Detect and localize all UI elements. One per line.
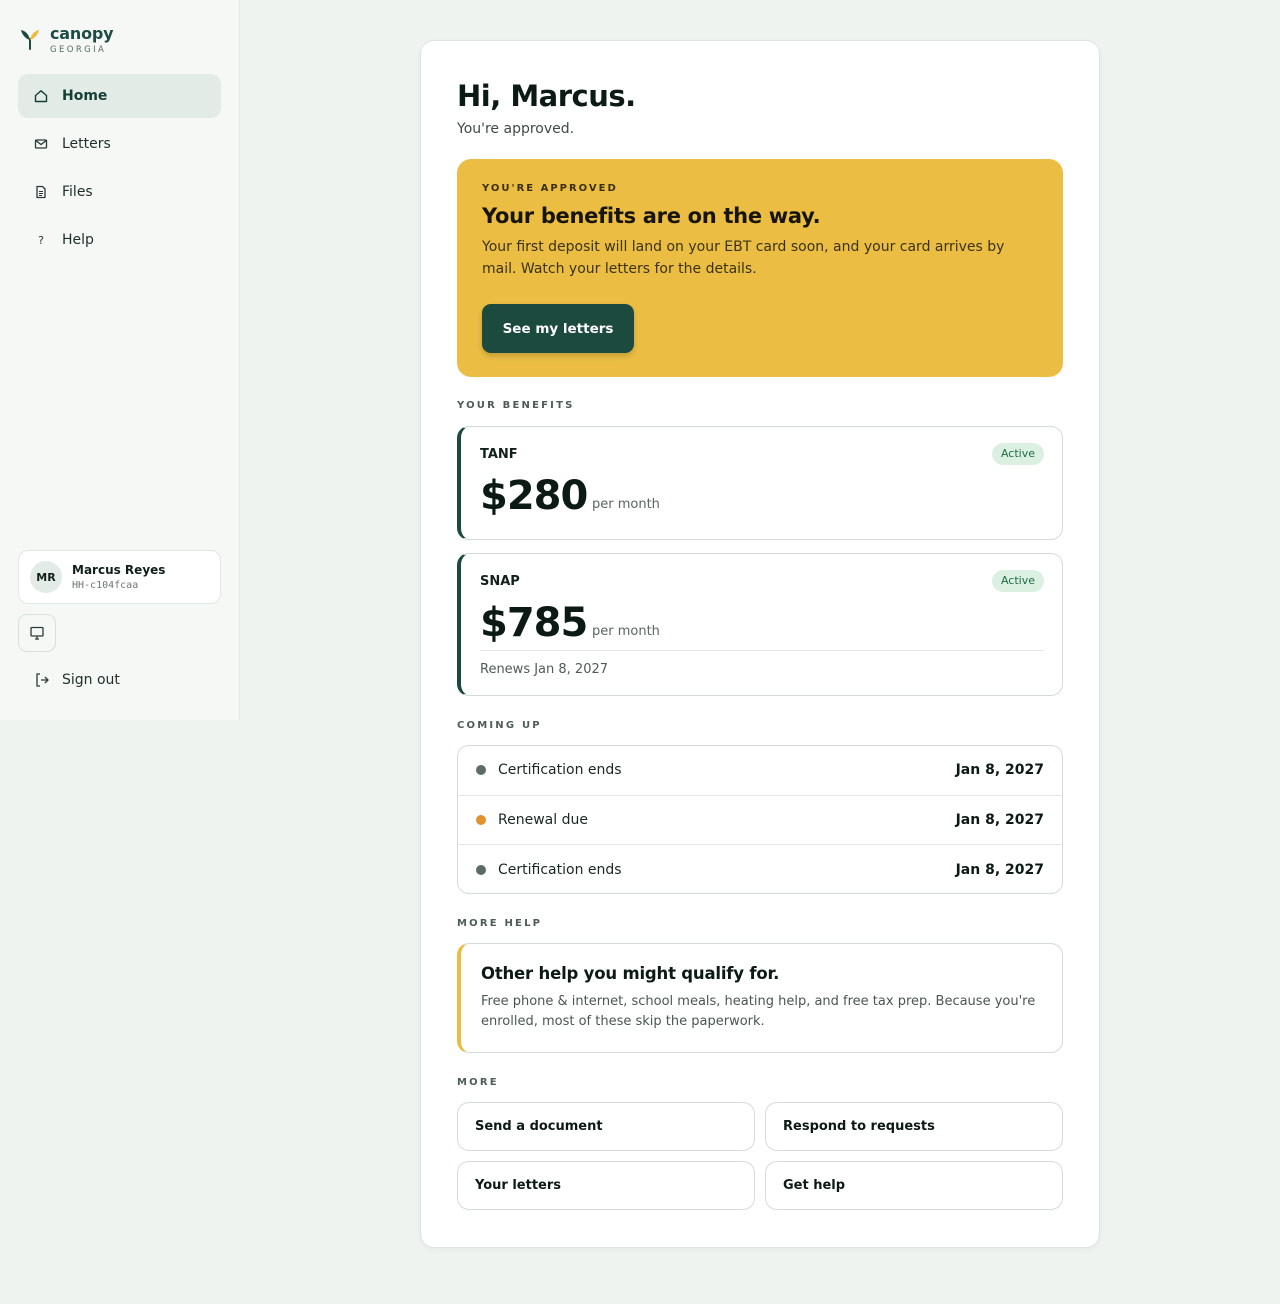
event-date: Jan 8, 2027 bbox=[955, 861, 1044, 878]
status-badge: Active bbox=[991, 570, 1044, 592]
status-dot bbox=[476, 765, 486, 776]
benefit-name: SNAP bbox=[480, 574, 520, 589]
list-item[interactable]: Certification ends Jan 8, 2027 bbox=[458, 845, 1062, 893]
benefit-card-snap[interactable]: SNAP Active $785 per month Renews Jan 8,… bbox=[457, 553, 1063, 696]
section-label-more: MORE bbox=[457, 1077, 499, 1088]
sidebar-item-letters[interactable]: Letters bbox=[18, 122, 221, 166]
household-id: HH-c104fcaa bbox=[72, 580, 139, 591]
status-badge: Active bbox=[991, 443, 1044, 465]
banner-text: Your first deposit will land on your EBT… bbox=[482, 239, 1005, 277]
banner-eyebrow: YOU'RE APPROVED bbox=[482, 183, 618, 194]
status-dot bbox=[476, 814, 486, 825]
banner-title: Your benefits are on the way. bbox=[482, 204, 821, 228]
get-help-button[interactable]: Get help bbox=[765, 1161, 1063, 1210]
sidebar-item-label: Home bbox=[62, 88, 108, 104]
more-help-text: Free phone & internet, school meals, hea… bbox=[481, 994, 1036, 1029]
user-card[interactable]: MR Marcus Reyes HH-c104fcaa bbox=[18, 550, 221, 604]
sign-out-label: Sign out bbox=[62, 672, 120, 688]
sidebar-item-label: Help bbox=[62, 232, 94, 248]
page-title: Hi, Marcus. bbox=[457, 79, 636, 113]
event-date: Jan 8, 2027 bbox=[955, 762, 1044, 779]
more-help-card[interactable]: Other help you might qualify for. Free p… bbox=[457, 943, 1063, 1053]
sidebar-item-help[interactable]: ? Help bbox=[18, 218, 221, 262]
sidebar-item-label: Letters bbox=[62, 136, 111, 152]
see-my-letters-button[interactable]: See my letters bbox=[482, 304, 634, 353]
home-icon bbox=[34, 89, 48, 103]
sidebar-item-files[interactable]: Files bbox=[18, 170, 221, 214]
event-date: Jan 8, 2027 bbox=[955, 811, 1044, 828]
status-dot bbox=[476, 864, 486, 875]
list-item[interactable]: Certification ends Jan 8, 2027 bbox=[458, 746, 1062, 796]
divider bbox=[480, 650, 1044, 651]
sidebar-item-label: Files bbox=[62, 184, 93, 200]
main-card: Hi, Marcus. You're approved. YOU'RE APPR… bbox=[420, 40, 1100, 1248]
monitor-icon bbox=[30, 626, 44, 640]
renewal-date: Renews Jan 8, 2027 bbox=[480, 662, 609, 677]
respond-to-requests-button[interactable]: Respond to requests bbox=[765, 1102, 1063, 1151]
sidebar-nav: Home Letters Files ? Help bbox=[18, 74, 221, 266]
sidebar-item-home[interactable]: Home bbox=[18, 74, 221, 118]
brand-logo[interactable]: canopy GEORGIA bbox=[20, 24, 114, 55]
more-help-title: Other help you might qualify for. bbox=[481, 964, 780, 983]
benefit-amount: $785 bbox=[480, 600, 588, 646]
page-subtitle: You're approved. bbox=[457, 121, 575, 137]
section-label-benefits: YOUR BENEFITS bbox=[457, 400, 575, 411]
brand-name: canopy bbox=[50, 24, 114, 43]
display-mode-button[interactable] bbox=[18, 614, 56, 652]
event-label: Certification ends bbox=[498, 861, 622, 878]
benefit-unit: per month bbox=[592, 624, 660, 639]
sign-out-icon bbox=[36, 673, 49, 687]
benefit-card-tanf[interactable]: TANF Active $280 per month bbox=[457, 426, 1063, 540]
avatar: MR bbox=[30, 561, 62, 593]
sign-out-button[interactable]: Sign out bbox=[34, 668, 120, 692]
event-label: Certification ends bbox=[498, 762, 622, 779]
user-name: Marcus Reyes bbox=[72, 563, 166, 577]
benefit-name: TANF bbox=[480, 447, 518, 462]
your-letters-button[interactable]: Your letters bbox=[457, 1161, 755, 1210]
upcoming-list: Certification ends Jan 8, 2027 Renewal d… bbox=[457, 745, 1063, 894]
benefit-amount: $280 bbox=[480, 473, 588, 519]
question-icon: ? bbox=[38, 233, 44, 247]
document-icon bbox=[34, 185, 48, 199]
list-item[interactable]: Renewal due Jan 8, 2027 bbox=[458, 796, 1062, 845]
sidebar: canopy GEORGIA Home Letters Files ? Help bbox=[0, 0, 240, 720]
benefit-unit: per month bbox=[592, 497, 660, 512]
sprout-icon bbox=[21, 30, 39, 50]
brand-subtitle: GEORGIA bbox=[50, 45, 107, 55]
section-label-more-help: MORE HELP bbox=[457, 918, 543, 929]
event-label: Renewal due bbox=[498, 811, 588, 828]
approval-banner: YOU'RE APPROVED Your benefits are on the… bbox=[457, 159, 1063, 377]
send-document-button[interactable]: Send a document bbox=[457, 1102, 755, 1151]
section-label-coming-up: COMING UP bbox=[457, 720, 542, 731]
mail-icon bbox=[34, 137, 48, 151]
